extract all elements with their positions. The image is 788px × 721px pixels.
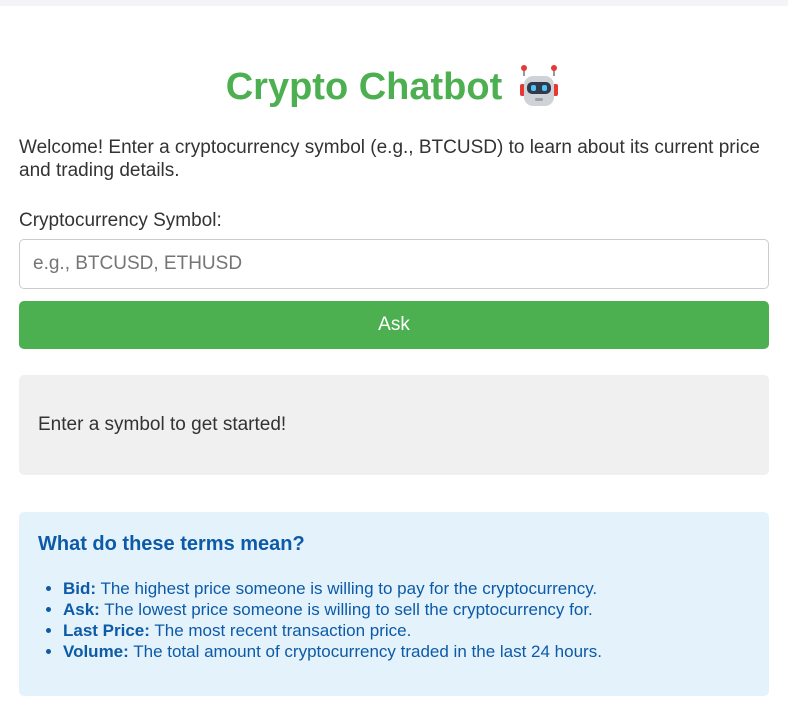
symbol-input[interactable] xyxy=(19,239,769,289)
term-definition: The total amount of cryptocurrency trade… xyxy=(128,642,602,661)
glossary-title: What do these terms mean? xyxy=(38,533,305,555)
term-label: Bid: xyxy=(63,579,97,598)
glossary-item-ask: Ask: The lowest price someone is willing… xyxy=(63,599,750,620)
glossary-list: Bid: The highest price someone is willin… xyxy=(38,578,750,662)
glossary-item-volume: Volume: The total amount of cryptocurren… xyxy=(63,641,750,662)
page-title: Crypto Chatbot xyxy=(225,66,503,108)
response-box: Enter a symbol to get started! xyxy=(19,375,769,475)
glossary-box: What do these terms mean? Bid: The highe… xyxy=(19,512,769,696)
term-label: Last Price: xyxy=(63,621,150,640)
term-label: Volume: xyxy=(63,642,129,661)
glossary-item-last-price: Last Price: The most recent transaction … xyxy=(63,620,750,641)
term-definition: The highest price someone is willing to … xyxy=(96,579,598,598)
term-label: Ask: xyxy=(63,600,100,619)
term-definition: The most recent transaction price. xyxy=(149,621,412,640)
welcome-text: Welcome! Enter a cryptocurrency symbol (… xyxy=(19,137,760,181)
response-text: Enter a symbol to get started! xyxy=(38,414,287,435)
ask-button[interactable]: Ask xyxy=(19,301,769,349)
chatbot-card: Crypto Chatbot Welcome! Enter a cryptocu… xyxy=(0,6,788,721)
glossary-item-bid: Bid: The highest price someone is willin… xyxy=(63,578,750,599)
symbol-label: Cryptocurrency Symbol: xyxy=(19,210,222,231)
robot-icon xyxy=(520,65,559,106)
header: Crypto Chatbot xyxy=(0,64,788,110)
term-definition: The lowest price someone is willing to s… xyxy=(99,600,593,619)
